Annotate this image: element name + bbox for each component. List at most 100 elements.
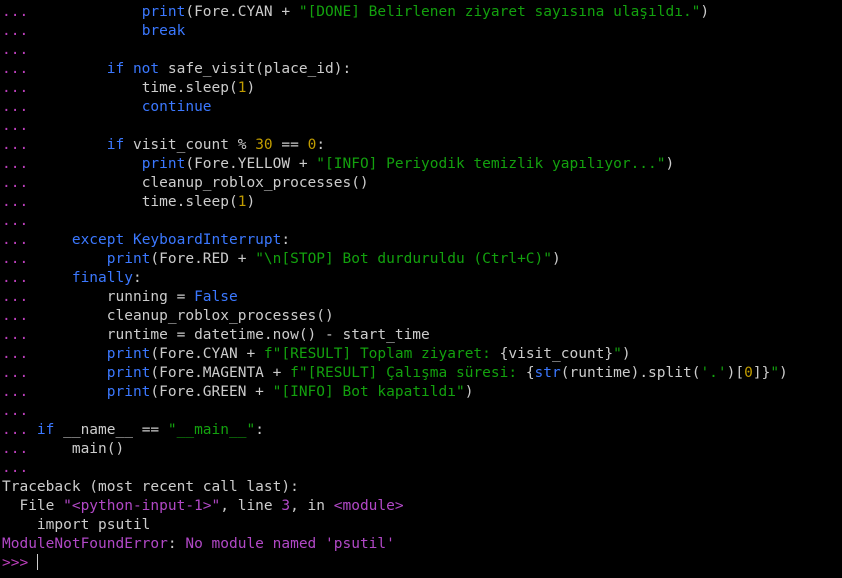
prompt-marker: ... [2, 289, 107, 305]
prompt-marker: ... [2, 270, 72, 286]
code-token: : [132, 270, 142, 286]
code-token: : [316, 137, 326, 153]
prompt-marker: ... [2, 61, 107, 77]
terminal-line: ... [2, 459, 840, 478]
terminal-line: ... print(Fore.GREEN + "[INFO] Bot kapat… [2, 383, 840, 402]
terminal-line: ... runtime = datetime.now() - start_tim… [2, 326, 840, 345]
terminal-line: File "<python-input-1>", line 3, in <mod… [2, 497, 840, 516]
code-token: if not [106, 61, 160, 77]
code-token: ) [552, 251, 561, 267]
terminal-line: ... print(Fore.YELLOW + "[INFO] Periyodi… [2, 155, 840, 174]
code-token: {visit_count} [499, 346, 614, 362]
code-token: (Fore.GREEN + [150, 384, 273, 400]
code-token: ) [246, 194, 256, 210]
code-token: print [106, 346, 151, 362]
terminal-line: ... [2, 117, 840, 136]
input-prompt-line[interactable]: >>> [2, 554, 840, 573]
code-token: '.' [700, 365, 727, 381]
code-token: , in [290, 498, 334, 514]
prompt-marker: ... [2, 80, 142, 96]
terminal-line: ... print(Fore.MAGENTA + f"[RESULT] Çalı… [2, 364, 840, 383]
terminal-line: ... print(Fore.RED + "\n[STOP] Bot durdu… [2, 250, 840, 269]
code-token: 3 [281, 498, 291, 514]
terminal-line: ... continue [2, 98, 840, 117]
code-token: )[ [726, 365, 745, 381]
terminal-line: ... time.sleep(1) [2, 79, 840, 98]
code-token: continue [141, 99, 212, 115]
code-token: { [525, 365, 535, 381]
terminal-output[interactable]: ... print(Fore.CYAN + "[DONE] Belirlenen… [2, 3, 840, 577]
code-token: safe_visit(place_id): [159, 61, 352, 77]
code-token: print [106, 251, 151, 267]
terminal-line: ... if visit_count % 30 == 0: [2, 136, 840, 155]
code-token: running = [106, 289, 195, 305]
code-token: "<python-input-1>" [63, 498, 221, 514]
prompt-marker: ... [2, 365, 107, 381]
terminal-line: ... if __name__ == "__main__": [2, 421, 840, 440]
code-token: 30 [255, 137, 273, 153]
code-token: if [106, 137, 125, 153]
prompt-marker: ... [2, 99, 142, 115]
prompt-marker: ... [2, 232, 72, 248]
prompt-marker: ... [2, 156, 142, 172]
terminal-line: ... main() [2, 440, 840, 459]
code-token: ) [779, 365, 788, 381]
code-token: f"[RESULT] Toplam ziyaret: [263, 346, 500, 362]
terminal-line: ... time.sleep(1) [2, 193, 840, 212]
prompt-marker: ... [2, 460, 29, 476]
code-token: 0 [307, 137, 317, 153]
code-token: ) [464, 384, 474, 400]
code-token: time.sleep( [141, 194, 238, 210]
code-token: if [36, 422, 55, 438]
code-token: (Fore.RED + [150, 251, 256, 267]
code-token: : [281, 232, 291, 248]
prompt-marker: ... [2, 346, 107, 362]
code-token: ]} [752, 365, 771, 381]
prompt-marker: ... [2, 441, 72, 457]
terminal-line: ... cleanup_roblox_processes() [2, 307, 840, 326]
code-token: Traceback (most recent call last): [2, 479, 299, 495]
code-token: ModuleNotFoundError [2, 536, 168, 552]
code-token: : [255, 422, 264, 438]
code-token: "[DONE] Belirlenen ziyaret sayısına ulaş… [298, 4, 701, 20]
code-token: (runtime).split( [560, 365, 701, 381]
prompt-marker: ... [2, 384, 107, 400]
code-token: , line [220, 498, 282, 514]
terminal-line: ... print(Fore.CYAN + f"[RESULT] Toplam … [2, 345, 840, 364]
code-token: visit_count % [124, 137, 256, 153]
terminal-line: ... print(Fore.CYAN + "[DONE] Belirlenen… [2, 3, 840, 22]
code-token: f"[RESULT] Çalışma süresi: [290, 365, 526, 381]
terminal-line: ... break [2, 22, 840, 41]
code-token: time.sleep( [141, 80, 238, 96]
code-token: (Fore.YELLOW + [185, 156, 317, 172]
prompt-marker: ... [2, 23, 142, 39]
code-token: ) [621, 346, 631, 362]
terminal-line: ... [2, 212, 840, 231]
code-token: "[INFO] Bot kapatıldı" [272, 384, 465, 400]
prompt-marker: >>> [2, 555, 37, 571]
code-token: == [272, 137, 308, 153]
terminal-line: ... finally: [2, 269, 840, 288]
prompt-marker: ... [2, 42, 29, 58]
terminal-line: ... if not safe_visit(place_id): [2, 60, 840, 79]
code-token: : [167, 536, 186, 552]
prompt-marker: ... [2, 4, 142, 20]
code-token: print [141, 4, 186, 20]
terminal-line: ... running = False [2, 288, 840, 307]
prompt-marker: ... [2, 308, 107, 324]
terminal-line: ... [2, 41, 840, 60]
code-token: except [71, 232, 125, 248]
code-token: print [106, 384, 151, 400]
code-token: str [534, 365, 561, 381]
code-token: import psutil [2, 517, 151, 533]
prompt-marker: ... [2, 403, 29, 419]
prompt-marker: ... [2, 118, 29, 134]
prompt-marker: ... [2, 327, 107, 343]
code-token: (Fore.MAGENTA + [150, 365, 291, 381]
code-token: " [770, 365, 780, 381]
terminal-line: Traceback (most recent call last): [2, 478, 840, 497]
prompt-marker: ... [2, 194, 142, 210]
prompt-marker: ... [2, 422, 37, 438]
prompt-marker: ... [2, 137, 107, 153]
